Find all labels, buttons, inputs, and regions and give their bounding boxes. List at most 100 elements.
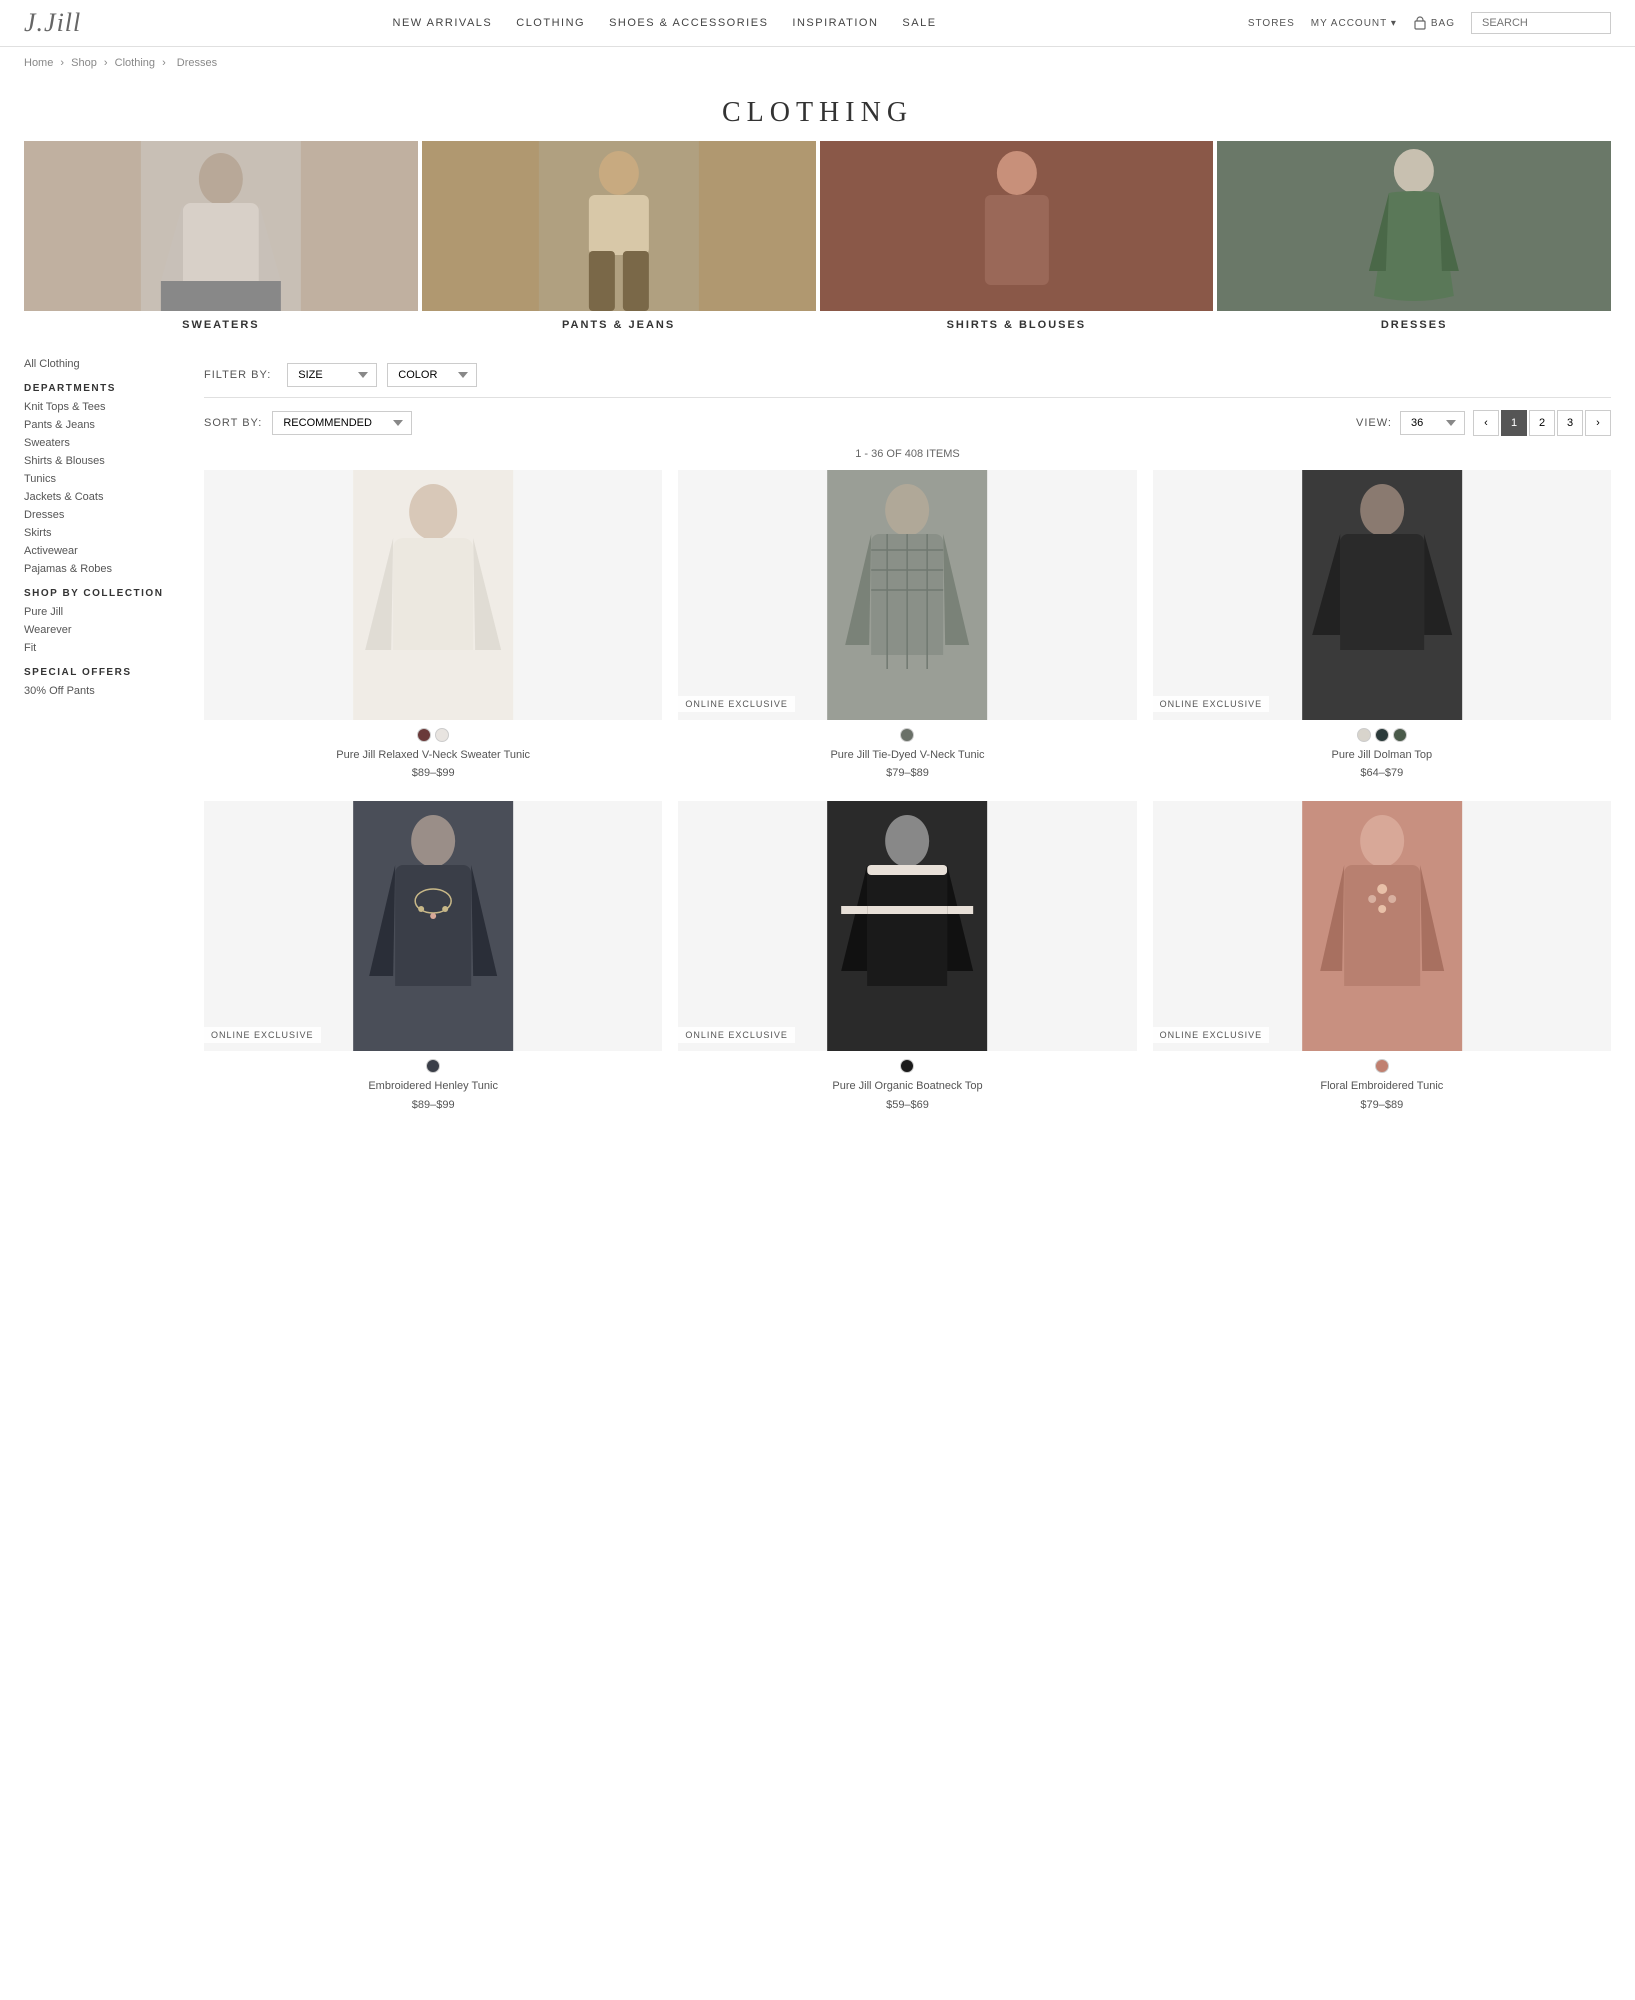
- nav-item-inspiration[interactable]: INSPIRATION: [792, 17, 878, 29]
- sidebar-coll-wearever[interactable]: Wearever: [24, 621, 184, 639]
- product-swatches: [1153, 720, 1611, 746]
- nav-item-new-arrivals[interactable]: NEW ARRIVALS: [393, 17, 493, 29]
- category-banners: SWEATERS PANTS & JEANS SHIRTS & BLOUSES …: [0, 141, 1635, 355]
- product-image: ONLINE EXCLUSIVE: [204, 801, 662, 1051]
- view-label: VIEW:: [1356, 417, 1392, 429]
- sort-view-bar: SORT BY: RECOMMENDED Newest Price: Low t…: [204, 402, 1611, 444]
- product-image: ONLINE EXCLUSIVE: [678, 801, 1136, 1051]
- size-filter[interactable]: SIZE XSSMLXL1X2X3X: [287, 363, 377, 387]
- bag-icon: [1413, 16, 1427, 30]
- color-swatch[interactable]: [900, 1059, 914, 1073]
- color-swatch[interactable]: [1357, 728, 1371, 742]
- filter-divider: [204, 397, 1611, 398]
- product-name: Pure Jill Relaxed V-Neck Sweater Tunic: [204, 746, 662, 765]
- next-page-btn[interactable]: ›: [1585, 410, 1611, 436]
- sidebar-dept-tunics[interactable]: Tunics: [24, 470, 184, 488]
- breadcrumb-current: Dresses: [177, 57, 217, 69]
- search-input[interactable]: [1471, 12, 1611, 34]
- sidebar-dept-jackets-coats[interactable]: Jackets & Coats: [24, 488, 184, 506]
- product-card[interactable]: Pure Jill Relaxed V-Neck Sweater Tunic $…: [204, 470, 662, 785]
- color-swatch[interactable]: [1393, 728, 1407, 742]
- page-2-btn[interactable]: 2: [1529, 410, 1555, 436]
- nav-item-shoes-&-accessories[interactable]: SHOES & ACCESSORIES: [609, 17, 768, 29]
- color-swatch[interactable]: [426, 1059, 440, 1073]
- product-name: Pure Jill Organic Boatneck Top: [678, 1077, 1136, 1096]
- breadcrumb-home[interactable]: Home: [24, 57, 53, 69]
- online-exclusive-badge: ONLINE EXCLUSIVE: [678, 1027, 795, 1043]
- nav-item-clothing[interactable]: CLOTHING: [516, 17, 585, 29]
- sidebar-dept-dresses[interactable]: Dresses: [24, 506, 184, 524]
- product-price: $79–$89: [1153, 1097, 1611, 1117]
- category-banner-shirts-blouses[interactable]: SHIRTS & BLOUSES: [820, 141, 1214, 335]
- color-filter[interactable]: COLOR BlackWhiteBlueGrayGreenPink: [387, 363, 477, 387]
- account-link[interactable]: MY ACCOUNT ▾: [1311, 18, 1397, 29]
- stores-link[interactable]: STORES: [1248, 18, 1295, 29]
- product-image: [204, 470, 662, 720]
- page-1-btn[interactable]: 1: [1501, 410, 1527, 436]
- product-swatches: [678, 720, 1136, 746]
- main-nav: NEW ARRIVALS CLOTHING SHOES & ACCESSORIES I…: [393, 17, 937, 29]
- online-exclusive-badge: ONLINE EXCLUSIVE: [204, 1027, 321, 1043]
- main-content: All Clothing DEPARTMENTS Knit Tops & Tee…: [0, 355, 1635, 1117]
- product-name: Pure Jill Dolman Top: [1153, 746, 1611, 765]
- sidebar-dept-knit-tops-tees[interactable]: Knit Tops & Tees: [24, 398, 184, 416]
- online-exclusive-badge: ONLINE EXCLUSIVE: [1153, 696, 1270, 712]
- product-card[interactable]: ONLINE EXCLUSIVE Pure Jill Tie-Dyed V-Ne…: [678, 470, 1136, 785]
- category-banner-sweaters[interactable]: SWEATERS: [24, 141, 418, 335]
- product-swatches: [1153, 1051, 1611, 1077]
- product-price: $59–$69: [678, 1097, 1136, 1117]
- product-price: $89–$99: [204, 1097, 662, 1117]
- color-swatch[interactable]: [1375, 1059, 1389, 1073]
- color-swatch[interactable]: [435, 728, 449, 742]
- filter-bar: FILTER BY: SIZE XSSMLXL1X2X3X COLOR Blac…: [204, 355, 1611, 393]
- product-image: ONLINE EXCLUSIVE: [678, 470, 1136, 720]
- prev-page-btn[interactable]: ‹: [1473, 410, 1499, 436]
- bag-link[interactable]: BAG: [1413, 16, 1455, 30]
- product-swatches: [204, 1051, 662, 1077]
- product-image: ONLINE EXCLUSIVE: [1153, 801, 1611, 1051]
- view-right: VIEW: 36 72 108 ‹ 1 2 3 ›: [1356, 410, 1611, 436]
- logo[interactable]: J.Jill: [24, 8, 81, 38]
- sidebar-dept-shirts-blouses[interactable]: Shirts & Blouses: [24, 452, 184, 470]
- product-swatches: [678, 1051, 1136, 1077]
- sort-left: SORT BY: RECOMMENDED Newest Price: Low t…: [204, 411, 412, 435]
- product-price: $89–$99: [204, 765, 662, 785]
- product-price: $79–$89: [678, 765, 1136, 785]
- page-3-btn[interactable]: 3: [1557, 410, 1583, 436]
- nav-item-sale[interactable]: SALE: [902, 17, 936, 29]
- category-banner-pants-jeans[interactable]: PANTS & JEANS: [422, 141, 816, 335]
- sidebar-dept-pajamas-robes[interactable]: Pajamas & Robes: [24, 560, 184, 578]
- color-swatch[interactable]: [900, 728, 914, 742]
- product-card[interactable]: ONLINE EXCLUSIVE Embroidered Henley Tuni…: [204, 801, 662, 1116]
- sidebar-dept-sweaters[interactable]: Sweaters: [24, 434, 184, 452]
- color-swatch[interactable]: [1375, 728, 1389, 742]
- page-title: CLOTHING: [0, 79, 1635, 141]
- product-name: Pure Jill Tie-Dyed V-Neck Tunic: [678, 746, 1136, 765]
- product-grid: Pure Jill Relaxed V-Neck Sweater Tunic $…: [204, 470, 1611, 1117]
- breadcrumb: Home › Shop › Clothing › Dresses: [0, 47, 1635, 79]
- breadcrumb-clothing[interactable]: Clothing: [115, 57, 155, 69]
- sidebar-dept-pants-jeans[interactable]: Pants & Jeans: [24, 416, 184, 434]
- sort-by-label: SORT BY:: [204, 417, 262, 429]
- product-card[interactable]: ONLINE EXCLUSIVE Floral Embroidered Tuni…: [1153, 801, 1611, 1116]
- product-card[interactable]: ONLINE EXCLUSIVE Pure Jill Organic Boatn…: [678, 801, 1136, 1116]
- product-card[interactable]: ONLINE EXCLUSIVE Pure Jill Dolman Top $6…: [1153, 470, 1611, 785]
- category-banner-dresses[interactable]: DRESSES: [1217, 141, 1611, 335]
- sidebar-all-clothing[interactable]: All Clothing: [24, 355, 184, 373]
- sidebar-dept-skirts[interactable]: Skirts: [24, 524, 184, 542]
- sidebar-coll-fit[interactable]: Fit: [24, 639, 184, 657]
- color-swatch[interactable]: [417, 728, 431, 742]
- filter-by-label: FILTER BY:: [204, 369, 271, 381]
- view-select[interactable]: 36 72 108: [1400, 411, 1465, 435]
- product-swatches: [204, 720, 662, 746]
- sidebar-dept-activewear[interactable]: Activewear: [24, 542, 184, 560]
- product-image: ONLINE EXCLUSIVE: [1153, 470, 1611, 720]
- sort-select[interactable]: RECOMMENDED Newest Price: Low to High Pr…: [272, 411, 412, 435]
- breadcrumb-shop[interactable]: Shop: [71, 57, 97, 69]
- pagination: ‹ 1 2 3 ›: [1473, 410, 1611, 436]
- product-area: FILTER BY: SIZE XSSMLXL1X2X3X COLOR Blac…: [204, 355, 1611, 1117]
- sidebar-coll-pure-jill[interactable]: Pure Jill: [24, 603, 184, 621]
- sidebar-offer-30%-off-pants[interactable]: 30% Off Pants: [24, 682, 184, 700]
- online-exclusive-badge: ONLINE EXCLUSIVE: [1153, 1027, 1270, 1043]
- header: J.Jill NEW ARRIVALS CLOTHING SHOES & ACCES…: [0, 0, 1635, 47]
